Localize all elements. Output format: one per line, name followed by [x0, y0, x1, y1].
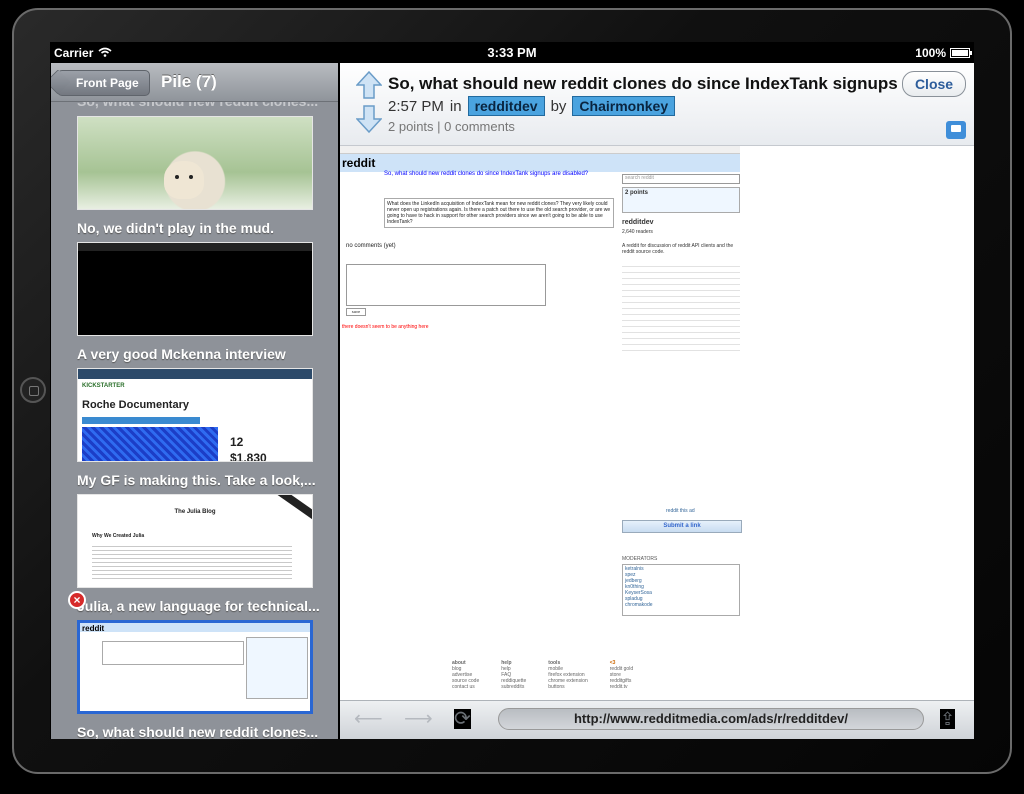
sidebar-desc: A reddit for discussion of reddit API cl… [622, 243, 734, 255]
forward-arrow-icon[interactable]: ⟶ [404, 709, 433, 729]
post-info-spacer [625, 196, 737, 210]
thumb-sidebar [246, 637, 308, 699]
pile-item-title: A very good Mckenna interview [77, 346, 286, 362]
thumb-text-lines [92, 543, 292, 581]
moderator-link[interactable]: chromakode [625, 602, 737, 608]
pile-navbar: Front Page Pile (7) [51, 63, 338, 102]
thumbnail-reddit: reddit [77, 620, 313, 714]
reddit-logo[interactable]: reddit [342, 156, 375, 170]
sidebar-readers: 2,640 readers [622, 229, 653, 235]
web-view[interactable]: reddit So, what should new reddit clones… [340, 146, 974, 701]
pile-item-title: No, we didn't play in the mud. [77, 220, 274, 236]
article-header: So, what should new reddit clones do sin… [340, 63, 974, 146]
pile-item[interactable]: KICKSTARTER Roche Documentary 12 $1,830 … [77, 368, 316, 488]
reddit-post-body: What does the LinkedIn acquisition of In… [384, 198, 614, 228]
status-bar: Carrier 3:33 PM 100% [50, 42, 974, 62]
reddit-sidebar: search reddit 2 points redditdev 2,640 r… [622, 174, 740, 351]
share-icon[interactable]: ⇪ [940, 709, 956, 729]
pile-item-title: So, what should new reddit clones... [77, 724, 319, 739]
thumb-tabs [82, 417, 200, 424]
article-title: So, what should new reddit clones do sin… [388, 74, 898, 93]
thumbnail-dog [77, 116, 313, 210]
footer-link[interactable]: reddit.tv [610, 684, 633, 690]
reddit-search-input[interactable]: search reddit [622, 174, 740, 184]
screen: Carrier 3:33 PM 100% So, what should new… [50, 42, 974, 739]
back-arrow-icon[interactable]: ⟵ [354, 709, 383, 729]
footer-link[interactable]: buttons [548, 684, 587, 690]
pile-item[interactable]: No, we didn't play in the mud. [77, 116, 313, 236]
video-topbar [78, 243, 312, 251]
sidebar-text-lines [622, 261, 740, 351]
pile-title: Pile (7) [161, 72, 217, 91]
reddit-post-title[interactable]: So, what should new reddit clones do sin… [384, 171, 614, 177]
footer-column: help help FAQ reddiquette subreddits [501, 660, 526, 690]
footer-column: <3 reddit gold store redditgifts reddit.… [610, 660, 633, 690]
back-label: Front Page [76, 76, 139, 90]
pile-item[interactable]: A very good Mckenna interview [77, 242, 313, 362]
footer-column: about blog advertise source code contact… [452, 660, 479, 690]
thumb-header [80, 623, 310, 632]
front-page-back-button[interactable]: Front Page [57, 70, 150, 96]
dog-face [164, 161, 204, 199]
battery: 100% [915, 46, 972, 60]
pile-item-title: My GF is making this. Take a look,... [77, 472, 316, 488]
close-button[interactable]: Close [902, 71, 966, 97]
sidebar-subreddit: redditdev [622, 219, 654, 226]
thumb-brand: KICKSTARTER [82, 383, 125, 389]
thumb-logo: reddit [82, 624, 105, 633]
post-info-box: 2 points [622, 187, 740, 213]
remove-item-icon[interactable]: × [68, 591, 86, 609]
reddit-footer: about blog advertise source code contact… [452, 660, 652, 690]
downvote-arrow-icon[interactable] [356, 105, 382, 133]
thumb-stat: 12 [230, 435, 244, 449]
thumb-topbar [78, 369, 312, 379]
save-button[interactable]: save [346, 308, 366, 316]
article-time: 2:57 PM [388, 97, 444, 115]
comment-textarea[interactable] [346, 264, 546, 306]
empty-message: there doesn't seem to be anything here [342, 324, 429, 330]
pile-item-title: Julia, a new language for technical... [77, 598, 320, 614]
thumbnail-kickstarter: KICKSTARTER Roche Documentary 12 $1,830 [77, 368, 313, 462]
thumb-stat: $1,830 [230, 451, 267, 462]
footer-column: tools mobile firefox extension chrome ex… [548, 660, 587, 690]
browser-toolbar: ⟵ ⟶ ⟳ http://www.redditmedia.com/ads/r/r… [340, 700, 974, 739]
upvote-arrow-icon[interactable] [356, 71, 382, 99]
status-time: 3:33 PM [487, 45, 537, 60]
article-panel: So, what should new reddit clones do sin… [340, 63, 974, 739]
reddit-topbar [340, 146, 740, 154]
moderators-list: ketralnis spez jedberg kn0thing KeyserSo… [622, 564, 740, 616]
in-label: in [449, 97, 462, 115]
pile-panel: So, what should new reddit clones... Fro… [51, 63, 338, 739]
article-meta: 2:57 PM in redditdev by Chairmonkey [388, 96, 676, 116]
thumbnail-julia-blog: The Julia Blog Why We Created Julia [77, 494, 313, 588]
thumbnail-video [77, 242, 313, 336]
home-button[interactable] [20, 377, 46, 403]
pile-item-selected[interactable]: reddit So, what should new reddit clones… [77, 620, 319, 739]
battery-percent: 100% [915, 46, 946, 60]
author-tag[interactable]: Chairmonkey [572, 96, 676, 116]
no-comments-label: no comments (yet) [346, 243, 396, 249]
pile-item[interactable]: The Julia Blog Why We Created Julia Juli… [77, 494, 320, 614]
thumb-post-box [102, 641, 244, 665]
moderators-label: MODERATORS [622, 556, 658, 562]
footer-link[interactable]: subreddits [501, 684, 526, 690]
article-stats: 2 points | 0 comments [388, 119, 515, 134]
thumb-heading: The Julia Blog [174, 509, 216, 515]
thumb-sub: Why We Created Julia [92, 533, 145, 539]
reload-icon[interactable]: ⟳ [454, 709, 471, 729]
submit-link-button[interactable]: Submit a link [622, 520, 742, 533]
thumb-heading: Roche Documentary [82, 399, 189, 411]
battery-icon [950, 48, 972, 58]
reddit-ad-link[interactable]: reddit this ad [666, 508, 695, 514]
footer-link[interactable]: contact us [452, 684, 479, 690]
url-bar[interactable]: http://www.redditmedia.com/ads/r/redditd… [498, 708, 924, 730]
subreddit-tag[interactable]: redditdev [467, 96, 545, 116]
reddit-header [340, 154, 740, 172]
comment-icon[interactable] [946, 121, 966, 139]
by-label: by [550, 97, 567, 115]
thumb-hero-image [82, 427, 218, 461]
